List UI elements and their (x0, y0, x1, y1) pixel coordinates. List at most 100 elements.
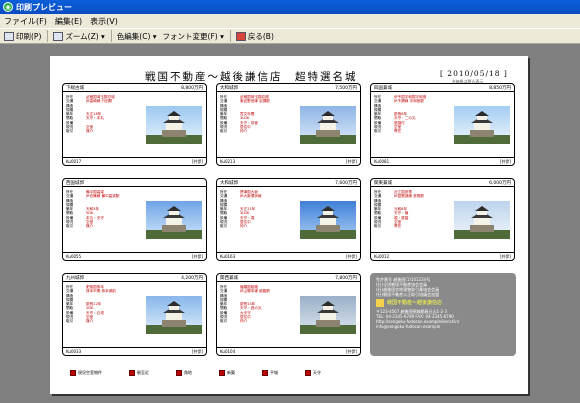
field-key: 取引 (66, 129, 74, 134)
castle-photo (300, 201, 356, 239)
castle-photo (146, 106, 202, 144)
card-body: 所在 摂津国大坂 交通 JR大阪環状線 構造 規模 築年 天正11年 間取 3LDK 設備 天守・堀現… (217, 187, 360, 254)
print-button[interactable]: 印刷(P) (4, 31, 41, 42)
card-body: 所在 武蔵国埼玉郡岩槻 交通 東武野田線 岩槻駅 構造 規模 築年 寛文年間 間取 3LDK 設備天… (217, 92, 360, 159)
listing-price: 4,200万円 (181, 275, 203, 281)
legend-swatch-icon (176, 370, 182, 376)
field-value: JR琵琶湖線 彦根駅 (394, 194, 424, 199)
field-value: JR山陽本線 姫路駅 (240, 289, 270, 294)
listing-field: 取引 専任 (374, 224, 444, 228)
listing-code: Ku0055 (66, 254, 82, 259)
legend-label: 新築 (227, 370, 235, 375)
menu-file[interactable]: ファイル(F) (4, 16, 47, 27)
company-info: 免許番号 越後国(1)101234号 (社)全国戦国不動産協会会員 (社)越後国… (370, 273, 516, 356)
back-label: 戻る(B) (247, 31, 274, 41)
chevron-down-icon: ▾ (150, 31, 157, 41)
listing-details: 所在 肥後国熊本 交通 熊本市電 熊本城前 構造 規模 築年 慶長12年 間取 2DK 設備 天守・石… (66, 285, 136, 324)
title-bar: ◉ 印刷プレビュー (0, 0, 580, 14)
listing-field: 取引 仲介 (220, 129, 290, 133)
card-body: 所在 備中国高梁 交通 JR伯備線 備中高梁駅 構造 規模 築年 天和3年 間取 5DK 設備 本丸・… (63, 187, 206, 254)
color-edit-button[interactable]: 色編集(C) ▾ (117, 31, 157, 42)
listing-details: 所在 播磨国姫路 交通 JR山陽本線 姫路駅 構造 規模 築年 慶長14年 間取 天守・西の丸 設備… (220, 285, 290, 324)
print-page: 戦国不動産～越後謙信店 超特選名城 [ 2010/05/18 ] ※価格は税込表… (50, 56, 528, 394)
listing-code: Ku0104 (220, 349, 236, 354)
card-footer: Ku0104 [井伊] (217, 347, 360, 355)
toolbar: 印刷(P) ズーム(Z) ▾ 色編集(C) ▾ フォント変更(F) ▾ 戻る(B… (0, 28, 580, 44)
card-footer: Ku0017 [井伊] (63, 157, 206, 165)
legend-item: 角地 (176, 370, 192, 376)
menu-bar: ファイル(F) 編集(E) 表示(V) (0, 14, 580, 28)
castle-photo (454, 106, 510, 144)
field-key: 取引 (220, 224, 228, 229)
field-key: 取引 (374, 224, 382, 229)
menu-edit[interactable]: 編集(E) (55, 16, 82, 27)
card-footer: Ku0033 [井伊] (63, 347, 206, 355)
listing-card: 大和城郭 7,500万円所在 武蔵国埼玉郡岩槻 交通 東武野田線 岩槻駅 構造 規模 築年 寛文… (216, 83, 361, 166)
castle-photo (300, 296, 356, 334)
field-value: 仲介 (240, 224, 248, 229)
toolbar-separator (110, 30, 112, 42)
listing-details: 所在 備中国高梁 交通 JR伯備線 備中高梁駅 構造 規模 築年 天和3年 間取 5DK 設備 本丸・… (66, 190, 136, 229)
field-value: 仲介 (240, 129, 248, 134)
listing-price: 8,850万円 (489, 85, 511, 91)
listing-name: 四国兼城 (374, 85, 392, 91)
zoom-label: ズーム(Z) (65, 31, 99, 41)
legend-label: 駅至近 (137, 370, 149, 375)
castle-photo (146, 201, 202, 239)
legend-swatch-icon (305, 370, 311, 376)
listing-name: 関西兼城 (220, 275, 238, 281)
card-footer: Ku0081 [井伊] (371, 157, 514, 165)
listing-tag: [井伊] (345, 348, 357, 354)
listing-name: 西国城郭 (66, 180, 84, 186)
legend-swatch-icon (262, 370, 268, 376)
card-header: 九州城郭 4,200万円 (63, 274, 206, 282)
castle-photo (146, 296, 202, 334)
listing-field: 取引 媒介 (66, 129, 136, 133)
field-value: 専任 (394, 129, 402, 134)
field-value: 熊本市電 熊本城前 (86, 289, 116, 294)
listing-details: 所在 武蔵国埼玉郡岩槻 交通 東武野田線 岩槻駅 構造 規模 築年 寛文年間 間取 3LDK 設備天… (220, 95, 290, 134)
association-line: (社)戦国不動産公正取引協議会加盟 (376, 292, 440, 297)
listing-details: 所在 伊予国宇和郡宇和島 交通 JR予讃線 宇和島駅 構造 規模 築年 慶長6年 間取 天守・二の… (374, 95, 444, 134)
listing-code: Ku0163 (220, 254, 236, 259)
card-header: 大和城郭 7,500万円 (217, 84, 360, 92)
chevron-down-icon: ▾ (217, 31, 224, 41)
legend-item: 平城 (262, 370, 278, 376)
card-footer: Ku0163 [井伊] (217, 252, 360, 260)
field-value: JR高崎線 行田駅 (86, 99, 113, 104)
field-value: 媒介 (86, 319, 94, 324)
card-body: 所在 伊予国宇和郡宇和島 交通 JR予讃線 宇和島駅 構造 規模 築年 慶長6年 間取 天守・二の… (371, 92, 514, 159)
menu-view[interactable]: 表示(V) (90, 16, 118, 27)
listing-card: 下総古城 8,800万円 所在 武蔵国埼玉郡忍城 交通 JR高崎線 行田駅 構造 規模 築年 天正… (62, 83, 207, 166)
legend-label: 現況空室物件 (78, 370, 102, 375)
legend-swatch-icon (129, 370, 135, 376)
listing-code: Ku0213 (220, 159, 236, 164)
listing-card: 関西兼城 7,800万円所在 播磨国姫路 交通 JR山陽本線 姫路駅 構造 規模 築年 慶長14… (216, 273, 361, 356)
field-key: 取引 (220, 319, 228, 324)
company-name: 戦国不動産～越後謙信店 (387, 299, 443, 306)
listing-field: 取引 専任 (374, 129, 444, 133)
castle-photo (300, 106, 356, 144)
listing-card: 関東兼城 6,000万円 所在 近江国彦根 交通 JR琵琶湖線 彦根駅 構造 規模 築年 元和8年… (370, 178, 515, 261)
listing-name: 下総古城 (66, 85, 84, 91)
listing-code: Ku0017 (66, 159, 82, 164)
card-body: 所在 播磨国姫路 交通 JR山陽本線 姫路駅 構造 規模 築年 慶長14年 間取 天守・西の丸 設備… (217, 282, 360, 349)
font-change-button[interactable]: フォント変更(F) ▾ (163, 31, 224, 42)
legend-label: 角地 (184, 370, 192, 375)
company-name-row: 戦国不動産～越後謙信店 (376, 299, 510, 307)
listing-code: Ku0081 (374, 159, 390, 164)
listing-card: 四国兼城 8,850万円所在 伊予国宇和郡宇和島 交通 JR予讃線 宇和島駅 構造 規模 築年… (370, 83, 515, 166)
back-button[interactable]: 戻る(B) (235, 31, 274, 42)
card-body: 所在 武蔵国埼玉郡忍城 交通 JR高崎線 行田駅 構造 規模 築年 天正18年 間取 天守・本丸設… (63, 92, 206, 159)
listing-price: 7,600万円 (335, 180, 357, 186)
listing-field: 取引 仲介 (220, 319, 290, 323)
field-value: 天守・本丸 (86, 116, 104, 121)
listing-tag: [井伊] (191, 348, 203, 354)
card-header: 関西兼城 7,800万円 (217, 274, 360, 282)
zoom-button[interactable]: ズーム(Z) ▾ (53, 31, 105, 42)
listing-price: 7,500万円 (335, 85, 357, 91)
legend-label: 平城 (270, 370, 278, 375)
castle-photo (454, 201, 510, 239)
listing-field: 取引 仲介 (220, 224, 290, 228)
legend-swatch-icon (70, 370, 76, 376)
